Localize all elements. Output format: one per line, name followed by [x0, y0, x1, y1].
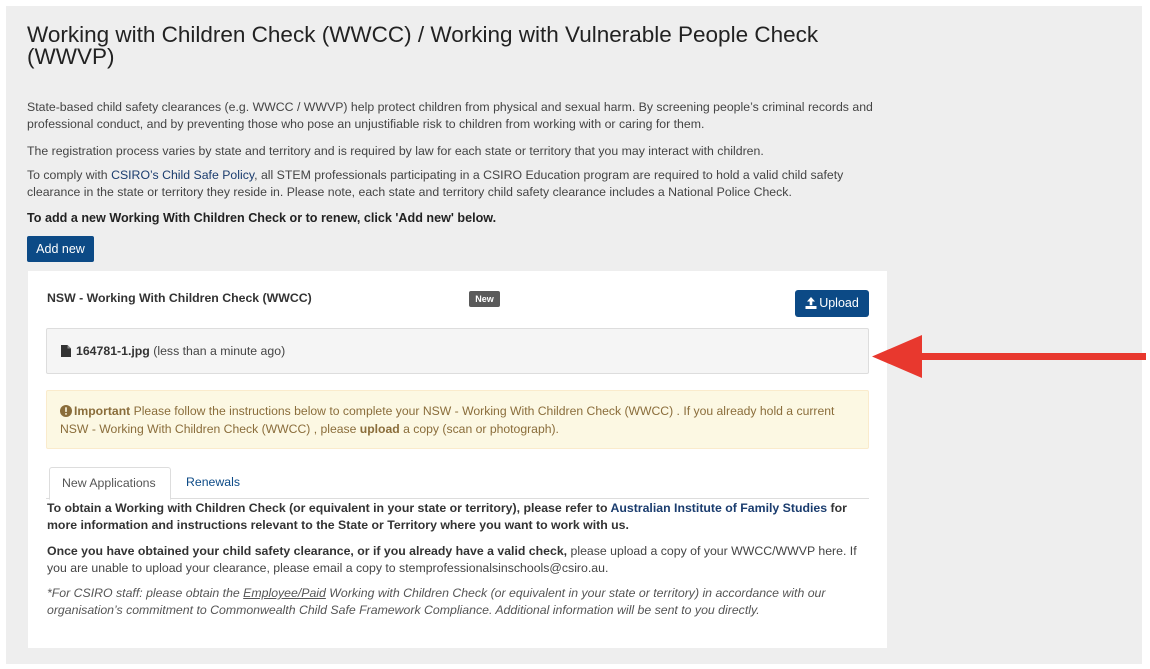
uploaded-file-info: 164781-1.jpg (less than a minute ago): [76, 344, 285, 358]
red-arrow-icon: [872, 335, 1146, 378]
body-3-prefix: *For CSIRO staff: please obtain the: [47, 586, 244, 600]
wwcc-card: NSW - Working With Children Check (WWCC)…: [28, 271, 887, 648]
intro-paragraph-3: To comply with CSIRO’s Child Safe Policy…: [27, 167, 897, 201]
card-title: NSW - Working With Children Check (WWCC): [47, 291, 312, 305]
alert-text-2: a copy (scan or photograph).: [399, 422, 559, 436]
file-icon: [61, 345, 71, 357]
aifs-link[interactable]: Australian Institute of Family Studies: [610, 501, 827, 515]
add-instruction: To add a new Working With Children Check…: [27, 211, 497, 225]
tab-renewals[interactable]: Renewals: [174, 467, 252, 499]
body-3-underline: Employee/Paid: [243, 586, 326, 600]
tab-body-paragraph-2: Once you have obtained your child safety…: [47, 543, 873, 577]
add-new-button[interactable]: Add new: [27, 236, 94, 262]
body-2-strong: Once you have obtained your child safety…: [47, 544, 568, 558]
body-1-prefix: To obtain a Working with Children Check …: [47, 501, 611, 515]
upload-icon: [805, 297, 817, 309]
uploaded-file-row: 164781-1.jpg (less than a minute ago): [46, 328, 869, 374]
intro-paragraph-1: State-based child safety clearances (e.g…: [27, 100, 873, 131]
intro-paragraph-2: The registration process varies by state…: [27, 144, 764, 158]
tab-body-paragraph-3: *For CSIRO staff: please obtain the Empl…: [47, 585, 873, 619]
important-alert: Important Please follow the instructions…: [46, 390, 869, 449]
exclamation-circle-icon: [60, 405, 72, 417]
upload-label: Upload: [819, 296, 859, 310]
file-upload-time: (less than a minute ago): [153, 344, 286, 358]
alert-upload-link[interactable]: upload: [360, 422, 400, 436]
status-badge: New: [469, 291, 500, 307]
upload-button[interactable]: Upload: [795, 290, 869, 317]
tab-body-paragraph-1: To obtain a Working with Children Check …: [47, 500, 873, 534]
page-title: Working with Children Check (WWCC) / Wor…: [27, 22, 819, 69]
tab-bar: New Applications Renewals: [46, 467, 869, 500]
file-name-link[interactable]: 164781-1.jpg: [76, 344, 150, 358]
tab-new-applications[interactable]: New Applications: [49, 467, 171, 500]
alert-strong: Important: [74, 404, 131, 418]
intro-3-prefix: To comply with: [27, 168, 112, 182]
child-safe-policy-link[interactable]: CSIRO’s Child Safe Policy: [111, 168, 254, 182]
